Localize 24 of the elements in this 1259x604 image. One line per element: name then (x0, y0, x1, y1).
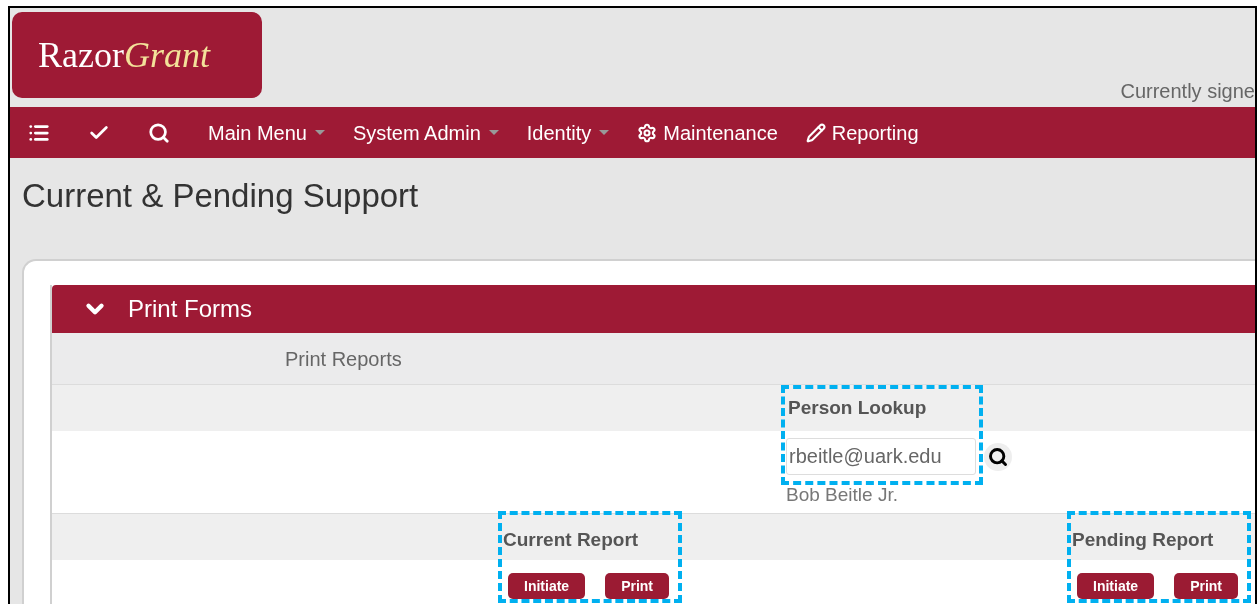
nav-item[interactable]: Identity (526, 117, 610, 148)
print-button[interactable]: Print (605, 573, 669, 599)
nav-item[interactable]: Main Menu (208, 117, 325, 148)
panel-title: Print Forms (128, 294, 252, 324)
pencil-icon (805, 122, 826, 143)
report-label: Pending Report (1072, 528, 1214, 552)
logo[interactable]: RazorGrant (12, 12, 262, 98)
input-field[interactable]: rbeitle@uark.edu (786, 438, 976, 475)
nav-item[interactable]: Reporting (805, 117, 919, 148)
panel-header[interactable]: Print Forms (52, 285, 1255, 333)
search-icon[interactable] (148, 121, 170, 144)
report-label: Current Report (503, 528, 639, 552)
person-name: Bob Beitle Jr. (786, 484, 899, 506)
nav-item[interactable]: System Admin (352, 117, 499, 148)
signed-in-text: Currently signe (1120, 79, 1255, 104)
initiate-button[interactable]: Initiate (508, 573, 586, 599)
search-icon[interactable] (984, 442, 1012, 471)
print-button[interactable]: Print (1174, 573, 1238, 599)
nav-item[interactable]: Maintenance (637, 117, 778, 148)
initiate-button[interactable]: Initiate (1077, 573, 1155, 599)
gear-icon (637, 122, 658, 143)
page-title: Current & Pending Support (22, 176, 420, 216)
section-label: Print Reports (285, 346, 402, 372)
field-label: Person Lookup (788, 395, 927, 420)
